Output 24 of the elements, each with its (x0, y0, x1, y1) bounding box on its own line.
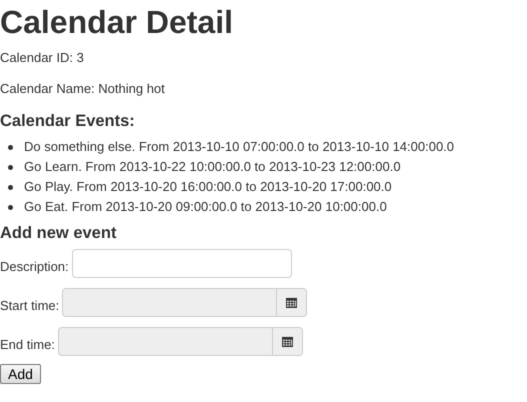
event-item: Do something else. From 2013-10-10 07:00:00.0 to 2013-10-10 14:00:00.0 (24, 138, 454, 156)
bullet-icon (8, 144, 13, 150)
event-item: Go Play. From 2013-10-20 16:00:00.0 to 2013-10-20 17:00:00.0 (24, 178, 392, 196)
event-item: Go Eat. From 2013-10-20 09:00:00.0 to 2013-10-20 10:00:00.0 (24, 198, 387, 216)
date-field[interactable] (58, 327, 273, 356)
calendar-icon (286, 297, 298, 308)
calendar-button[interactable] (277, 288, 308, 317)
calendar-name: Calendar Name: Nothing hot (0, 80, 166, 98)
bullet-icon (8, 184, 13, 190)
bullet-icon (8, 164, 13, 170)
page-title: Calendar Detail (0, 3, 234, 41)
section-heading: Calendar Events: (0, 111, 136, 131)
field-label: End time: (0, 336, 55, 354)
add-button[interactable]: Add (0, 364, 41, 384)
input-field[interactable] (72, 249, 292, 278)
event-item: Go Learn. From 2013-10-22 10:00:00.0 to 2013-10-23 12:00:00.0 (24, 158, 401, 176)
calendar-button[interactable] (272, 327, 303, 356)
date-field[interactable] (62, 288, 278, 317)
calendar-icon (282, 336, 293, 347)
field-label: Description: (0, 258, 69, 276)
section-heading: Add new event (0, 223, 118, 243)
bullet-icon (8, 204, 13, 210)
field-label: Start time: (0, 297, 60, 315)
calendar-id: Calendar ID: 3 (0, 49, 85, 67)
